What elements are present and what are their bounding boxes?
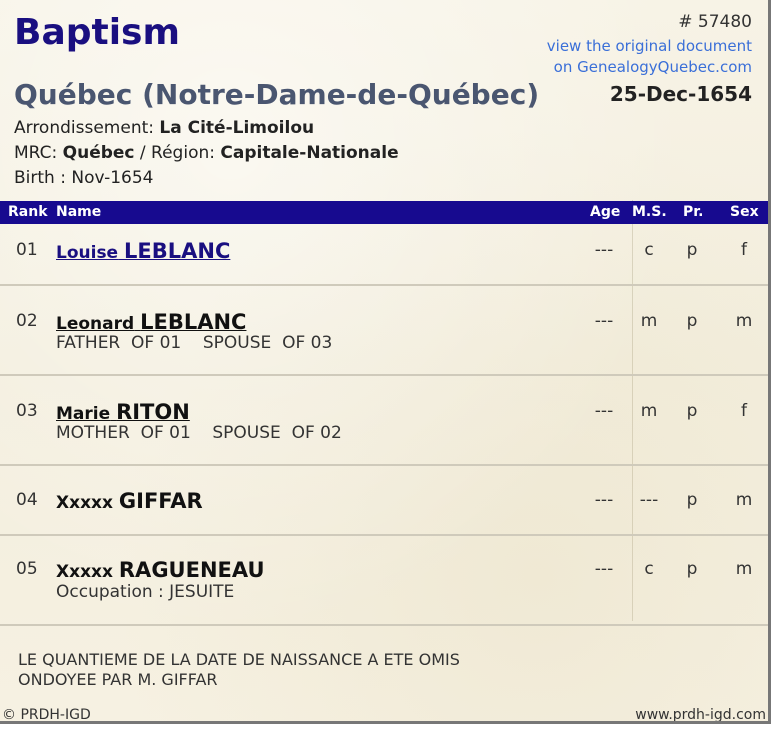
marital-status: m	[640, 311, 658, 331]
rank: 04	[16, 490, 38, 510]
sex: f	[741, 401, 747, 421]
link-line-1[interactable]: view the original document	[547, 36, 752, 57]
last-name: LEBLANC	[140, 310, 247, 334]
arrondissement-line: Arrondissement: La Cité-Limoilou	[14, 116, 399, 141]
col-sex: Sex	[730, 204, 759, 220]
last-name: RITON	[116, 400, 190, 424]
sex: m	[735, 490, 753, 510]
sex: m	[735, 559, 753, 579]
first-name: Marie	[56, 404, 111, 424]
col-ms: M.S.	[632, 204, 667, 220]
age: ---	[594, 240, 614, 260]
person-name: Xxxxx GIFFAR	[56, 489, 203, 513]
person-name-link[interactable]: Louise LEBLANC	[56, 239, 230, 263]
mrc-label: MRC:	[14, 143, 58, 163]
presence: p	[686, 401, 698, 421]
col-age: Age	[590, 204, 621, 220]
location-info: Arrondissement: La Cité-Limoilou MRC: Qu…	[14, 116, 399, 191]
table-row: 01 Louise LEBLANC --- c p f	[0, 224, 768, 286]
table-row: 04 Xxxxx GIFFAR --- --- p m	[0, 466, 768, 536]
rank: 05	[16, 559, 38, 579]
record-notes: LE QUANTIEME DE LA DATE DE NAISSANCE A E…	[18, 650, 460, 690]
arrondissement-label: Arrondissement:	[14, 118, 154, 138]
original-document-link[interactable]: view the original document on GenealogyQ…	[547, 36, 752, 78]
presence: p	[686, 490, 698, 510]
record-type-title: Baptism	[14, 12, 180, 53]
col-rank: Rank	[8, 204, 48, 220]
rank: 02	[16, 311, 38, 331]
person-name: Xxxxx RAGUENEAU	[56, 558, 265, 582]
first-name[interactable]: Louise	[56, 243, 118, 263]
copyright: © PRDH-IGD	[2, 707, 91, 723]
region-value: Capitale-Nationale	[220, 143, 399, 163]
table-row: 02 Leonard LEBLANC FATHER OF 01 SPOUSE O…	[0, 286, 768, 376]
col-name: Name	[56, 204, 102, 220]
record-number: # 57480	[678, 12, 752, 32]
occupation-note: Occupation : JESUITE	[56, 582, 235, 602]
first-name: Leonard	[56, 314, 135, 334]
note-line-2: ONDOYEE PAR M. GIFFAR	[18, 670, 218, 689]
rank: 01	[16, 240, 38, 260]
last-name: GIFFAR	[118, 489, 203, 513]
note-line-1: LE QUANTIEME DE LA DATE DE NAISSANCE A E…	[18, 650, 460, 669]
event-date: 25-Dec-1654	[609, 82, 752, 106]
age: ---	[594, 559, 614, 579]
age: ---	[594, 401, 614, 421]
sex: f	[741, 240, 747, 260]
relation-note: FATHER OF 01 SPOUSE OF 03	[56, 333, 333, 353]
person-name: Marie RITON	[56, 400, 190, 424]
person-name: Leonard LEBLANC	[56, 310, 246, 334]
marital-status: c	[644, 240, 654, 260]
region-label: / Région:	[139, 143, 215, 163]
link-line-2[interactable]: on GenealogyQuebec.com	[547, 57, 752, 78]
marital-status: ---	[639, 490, 659, 510]
rank: 03	[16, 401, 38, 421]
presence: p	[686, 559, 698, 579]
presence: p	[686, 311, 698, 331]
col-pr: Pr.	[683, 204, 704, 220]
table-row: 03 Marie RITON MOTHER OF 01 SPOUSE OF 02…	[0, 376, 768, 466]
baptism-record: Baptism # 57480 view the original docume…	[0, 0, 771, 724]
presence: p	[686, 240, 698, 260]
age: ---	[594, 490, 614, 510]
mrc-value: Québec	[62, 143, 135, 163]
marital-status: m	[640, 401, 658, 421]
table-row: 05 Xxxxx RAGUENEAU Occupation : JESUITE …	[0, 536, 768, 626]
site-url[interactable]: www.prdh-igd.com	[635, 707, 766, 721]
marital-status: c	[644, 559, 654, 579]
relation-note: MOTHER OF 01 SPOUSE OF 02	[56, 423, 342, 443]
parish-name: Québec (Notre-Dame-de-Québec)	[14, 78, 540, 111]
last-name: RAGUENEAU	[118, 558, 265, 582]
arrondissement-value: La Cité-Limoilou	[159, 118, 315, 138]
mrc-region-line: MRC: Québec / Région: Capitale-Nationale	[14, 141, 399, 166]
first-name: Xxxxx	[56, 493, 113, 513]
birth-line: Birth : Nov-1654	[14, 168, 154, 188]
table-header: Rank Name Age M.S. Pr. Sex	[0, 201, 768, 224]
age: ---	[594, 311, 614, 331]
last-name[interactable]: LEBLANC	[124, 239, 230, 263]
sex: m	[735, 311, 753, 331]
first-name: Xxxxx	[56, 562, 113, 582]
